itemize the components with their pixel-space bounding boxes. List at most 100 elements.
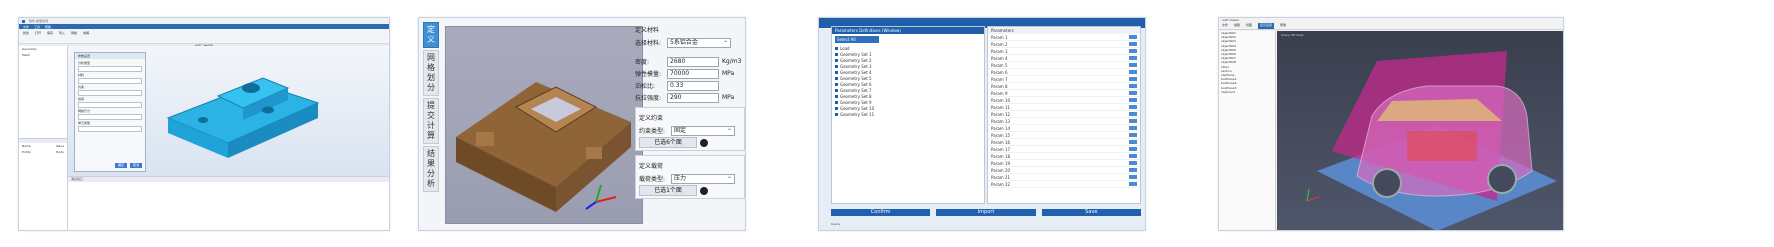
list-item[interactable]: clipboard: [1219, 90, 1275, 94]
edit-button[interactable]: [1129, 91, 1137, 95]
row-label: Param 4: [991, 55, 1008, 61]
checkbox-icon[interactable]: [835, 94, 838, 98]
confirm-button[interactable]: Confirm: [831, 209, 931, 216]
menu-help[interactable]: 帮助: [1280, 23, 1286, 29]
row-label: Param 16: [991, 139, 1011, 145]
load-type-select[interactable]: 压力: [671, 173, 735, 184]
edit-button[interactable]: [1129, 175, 1137, 179]
menu-file[interactable]: 文件: [23, 25, 29, 29]
list-item-label: Geometry Set 8: [840, 93, 872, 99]
menu-view[interactable]: 视图: [1246, 23, 1252, 29]
edit-button[interactable]: [1129, 49, 1137, 53]
tab-define[interactable]: 定义: [423, 22, 439, 48]
checkbox-icon[interactable]: [835, 76, 838, 80]
3d-viewport[interactable]: 参数设置 分析类型 材料 约束 载荷 网格尺寸 单元类型 确定 取消: [68, 46, 389, 176]
load-selected-faces[interactable]: 已选1个面: [639, 185, 697, 196]
menu-help[interactable]: 帮助: [45, 25, 51, 29]
edit-button[interactable]: [1129, 112, 1137, 116]
menu-tools[interactable]: 工具: [34, 25, 40, 29]
checkbox-icon[interactable]: [835, 70, 838, 74]
vertical-tabs: 定义 网格划分 提交计算 结果分析: [421, 20, 441, 228]
edit-button[interactable]: [1129, 84, 1137, 88]
dialog-field[interactable]: [78, 126, 142, 132]
prop-name: Entity: [22, 150, 31, 154]
material-select[interactable]: 5系铝合金: [667, 37, 731, 48]
edit-button[interactable]: [1129, 168, 1137, 172]
dialog-field[interactable]: [78, 66, 142, 72]
edit-button[interactable]: [1129, 70, 1137, 74]
import-button[interactable]: Import: [936, 209, 1036, 216]
edit-button[interactable]: [1129, 126, 1137, 130]
table-header: Parameters: [988, 27, 1140, 34]
strength-input[interactable]: 290: [667, 92, 719, 103]
edit-button[interactable]: [1129, 161, 1137, 165]
menu-display-settings[interactable]: 显示设置: [1258, 23, 1275, 29]
checkbox-icon[interactable]: [835, 112, 838, 116]
menu-edit[interactable]: 编辑: [1234, 23, 1240, 29]
menu-file[interactable]: 文件: [1222, 23, 1228, 29]
checkbox-icon[interactable]: [835, 52, 838, 56]
edit-button[interactable]: [1129, 105, 1137, 109]
table-row: Param 13: [988, 118, 1140, 125]
edit-button[interactable]: [1129, 182, 1137, 186]
tab-results[interactable]: 结果分析: [423, 146, 439, 192]
checkbox-icon[interactable]: [835, 100, 838, 104]
edit-button[interactable]: [1129, 77, 1137, 81]
ribbon-import[interactable]: 导入: [59, 31, 65, 41]
checkbox-icon[interactable]: [835, 46, 838, 50]
screenshot-parameter-definitions: Parameters Definitions (Window) Select A…: [818, 17, 1146, 231]
vehicle-section-model: [1306, 51, 1557, 230]
strength-unit: MPa: [722, 94, 735, 101]
edit-button[interactable]: [1129, 147, 1137, 151]
ribbon-solve[interactable]: 求解: [83, 31, 89, 41]
save-button[interactable]: Save: [1041, 209, 1141, 216]
checkbox-icon[interactable]: [835, 58, 838, 62]
table-row: Param 4: [988, 55, 1140, 62]
edit-button[interactable]: [1129, 98, 1137, 102]
constraint-type-select[interactable]: 固定: [671, 125, 735, 136]
pick-face-icon[interactable]: [700, 186, 708, 195]
list-item[interactable]: Geometry Set 11: [832, 111, 984, 117]
ribbon-save[interactable]: 保存: [47, 31, 53, 41]
dialog-field[interactable]: [78, 90, 142, 96]
ok-button[interactable]: 确定: [115, 163, 127, 168]
table-row: Param 2: [988, 41, 1140, 48]
poisson-input[interactable]: 0.33: [667, 80, 719, 91]
pick-face-icon[interactable]: [700, 138, 708, 147]
checkbox-icon[interactable]: [835, 88, 838, 92]
3d-viewport[interactable]: [445, 26, 643, 224]
ribbon-mesh[interactable]: 网格: [71, 31, 77, 41]
checkbox-icon[interactable]: [835, 64, 838, 68]
density-label: 密度:: [635, 59, 650, 66]
edit-button[interactable]: [1129, 140, 1137, 144]
poisson-label: 泊松比:: [635, 83, 656, 90]
checkbox-icon[interactable]: [835, 82, 838, 86]
3d-viewport[interactable]: Scene 3D View: [1277, 31, 1563, 230]
ribbon-open[interactable]: 打开: [35, 31, 41, 41]
cancel-button[interactable]: 取消: [130, 163, 142, 168]
tab-submit[interactable]: 提交计算: [423, 98, 439, 144]
tab-mesh[interactable]: 网格划分: [423, 50, 439, 96]
edit-button[interactable]: [1129, 56, 1137, 60]
dialog-field[interactable]: [78, 78, 142, 84]
edit-button[interactable]: [1129, 119, 1137, 123]
section-load-title: 定义载荷: [639, 163, 664, 170]
edit-button[interactable]: [1129, 133, 1137, 137]
message-window: 消息窗口: [68, 176, 389, 230]
density-input[interactable]: 2680: [667, 56, 719, 67]
checkbox-icon[interactable]: [835, 106, 838, 110]
dialog-field[interactable]: [78, 102, 142, 108]
row-label: Param 7: [991, 76, 1008, 82]
row-label: Param 12: [991, 111, 1011, 117]
modulus-input[interactable]: 70000: [667, 68, 719, 79]
select-all-button[interactable]: Select All: [835, 36, 879, 43]
constraint-type-label: 约束类型:: [639, 128, 666, 135]
ribbon-new[interactable]: 新建: [23, 31, 29, 41]
tree-item-mesh[interactable]: Mesh: [19, 52, 67, 58]
edit-button[interactable]: [1129, 35, 1137, 39]
constraint-selected-faces[interactable]: 已选6个面: [639, 137, 697, 148]
dialog-field[interactable]: [78, 114, 142, 120]
edit-button[interactable]: [1129, 42, 1137, 46]
edit-button[interactable]: [1129, 154, 1137, 158]
edit-button[interactable]: [1129, 63, 1137, 67]
